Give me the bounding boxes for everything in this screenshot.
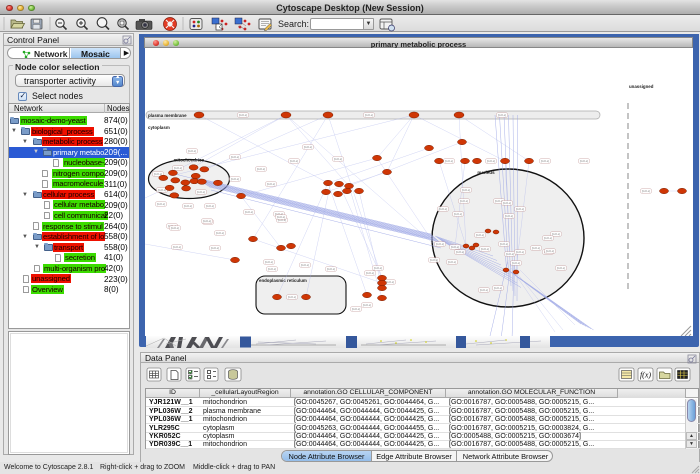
svg-text:cytoplasm: cytoplasm xyxy=(148,125,170,130)
svg-text:[GO-s]: [GO-s] xyxy=(481,247,489,251)
svg-text:[GO-s]: [GO-s] xyxy=(456,250,464,254)
svg-text:[GO-s]: [GO-s] xyxy=(288,295,296,299)
svg-text:[GO-s]: [GO-s] xyxy=(203,219,211,223)
svg-text:[GO-s]: [GO-s] xyxy=(460,199,468,203)
svg-text:[GO-s]: [GO-s] xyxy=(290,159,298,163)
svg-text:f(x): f(x) xyxy=(640,371,651,380)
svg-text:nucleus: nucleus xyxy=(477,170,495,175)
svg-text:[GO-s]: [GO-s] xyxy=(268,267,276,271)
svg-text:[GO-s]: [GO-s] xyxy=(304,145,312,149)
svg-text:[GO-s]: [GO-s] xyxy=(386,280,394,284)
svg-text:plasma membrane: plasma membrane xyxy=(148,113,187,118)
svg-text:[GO-s]: [GO-s] xyxy=(363,303,371,307)
svg-text:[GO-s]: [GO-s] xyxy=(211,246,219,250)
svg-text:[GO-s]: [GO-s] xyxy=(544,236,552,240)
svg-text:[GO-s]: [GO-s] xyxy=(231,155,239,159)
svg-text:[GO-s]: [GO-s] xyxy=(462,188,470,192)
svg-text:[GO-s]: [GO-s] xyxy=(557,266,565,270)
svg-text:[GO-s]: [GO-s] xyxy=(365,113,373,117)
svg-text:[GO-s]: [GO-s] xyxy=(516,250,524,254)
svg-text:[GO-s]: [GO-s] xyxy=(487,159,495,163)
svg-text:[GO-s]: [GO-s] xyxy=(500,242,508,246)
svg-text:[GO-s]: [GO-s] xyxy=(454,212,462,216)
svg-text:[GO-s]: [GO-s] xyxy=(174,166,182,170)
svg-text:[GO-s]: [GO-s] xyxy=(498,113,506,117)
svg-text:[GO-s]: [GO-s] xyxy=(546,249,554,253)
svg-text:[GO-s]: [GO-s] xyxy=(439,207,447,211)
svg-text:[GO-s]: [GO-s] xyxy=(503,201,511,205)
svg-text:[GO-s]: [GO-s] xyxy=(532,246,540,250)
svg-text:[GO-s]: [GO-s] xyxy=(642,189,650,193)
svg-text:[GO-s]: [GO-s] xyxy=(173,245,181,249)
svg-text:[GO-s]: [GO-s] xyxy=(327,267,335,271)
svg-text:[GO-s]: [GO-s] xyxy=(541,159,549,163)
svg-text:[GO-s]: [GO-s] xyxy=(436,242,444,246)
svg-text:[GO-s]: [GO-s] xyxy=(374,266,382,270)
svg-text:[GO-s]: [GO-s] xyxy=(277,215,285,219)
svg-text:[GO-s]: [GO-s] xyxy=(445,159,453,163)
svg-text:[GO-s]: [GO-s] xyxy=(476,233,484,237)
svg-text:[GO-s]: [GO-s] xyxy=(245,210,253,214)
svg-text:[GO-s]: [GO-s] xyxy=(506,252,514,256)
svg-text:endoplasmic reticulum: endoplasmic reticulum xyxy=(259,278,307,283)
svg-text:[GO-s]: [GO-s] xyxy=(494,286,502,290)
svg-text:[GO-s]: [GO-s] xyxy=(257,167,265,171)
svg-text:[GO-s]: [GO-s] xyxy=(267,182,275,186)
svg-text:[GO-s]: [GO-s] xyxy=(448,260,456,264)
svg-text:[GO-s]: [GO-s] xyxy=(480,288,488,292)
svg-text:[GO-s]: [GO-s] xyxy=(580,159,588,163)
svg-text:unassigned: unassigned xyxy=(629,84,654,89)
svg-text:[GO-s]: [GO-s] xyxy=(197,190,205,194)
svg-text:[GO-s]: [GO-s] xyxy=(505,214,513,218)
svg-text:[GO-s]: [GO-s] xyxy=(451,245,459,249)
svg-text:[GO-s]: [GO-s] xyxy=(231,177,239,181)
svg-text:[GO-s]: [GO-s] xyxy=(157,202,165,206)
svg-text:[GO-s]: [GO-s] xyxy=(430,258,438,262)
svg-text:[GO-s]: [GO-s] xyxy=(216,231,224,235)
svg-text:[GO-s]: [GO-s] xyxy=(334,157,342,161)
svg-text:[GO-s]: [GO-s] xyxy=(206,204,214,208)
svg-text:[GO-s]: [GO-s] xyxy=(552,232,560,236)
svg-text:[GO-s]: [GO-s] xyxy=(239,113,247,117)
svg-text:[GO-s]: [GO-s] xyxy=(366,271,374,275)
svg-text:[GO-s]: [GO-s] xyxy=(171,226,179,230)
svg-text:[GO-s]: [GO-s] xyxy=(512,261,520,265)
svg-text:[GO-s]: [GO-s] xyxy=(352,307,360,311)
svg-text:[GO-s]: [GO-s] xyxy=(265,260,273,264)
svg-text:[GO-s]: [GO-s] xyxy=(301,263,309,267)
svg-text:[GO-s]: [GO-s] xyxy=(516,207,524,211)
svg-text:[GO-s]: [GO-s] xyxy=(188,149,196,153)
svg-text:[GO-s]: [GO-s] xyxy=(184,204,192,208)
